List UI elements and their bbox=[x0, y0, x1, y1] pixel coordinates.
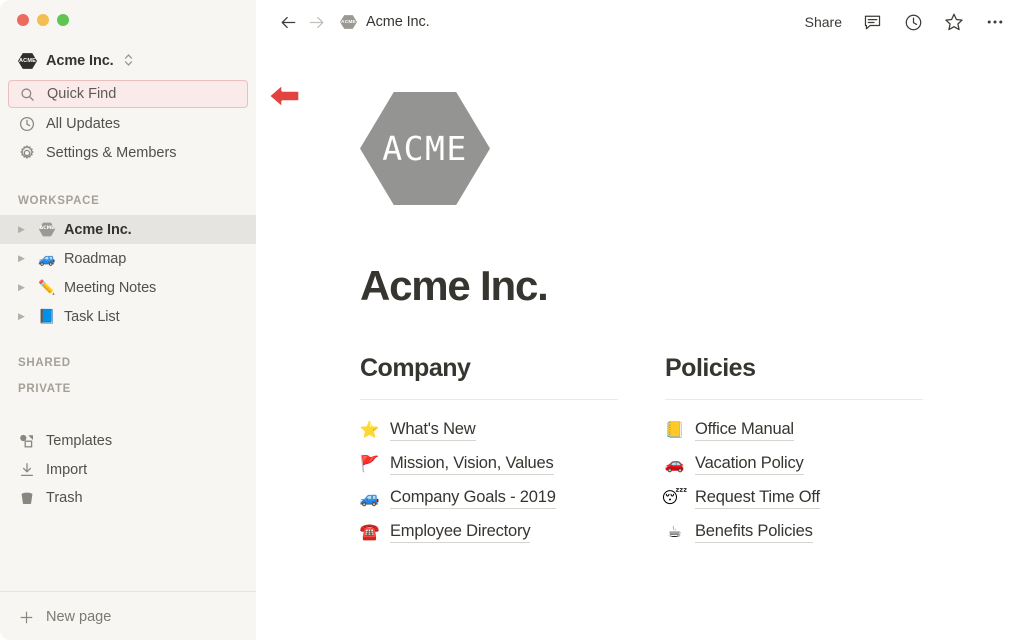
page-link-benefits-policies[interactable]: ☕ Benefits Policies bbox=[665, 515, 923, 549]
import-download-icon bbox=[18, 462, 35, 479]
workspace-name: Acme Inc. bbox=[46, 53, 114, 69]
triangular-flag-emoji-icon: 🚩 bbox=[359, 454, 380, 473]
coffee-emoji-icon: ☕ bbox=[667, 522, 682, 541]
acme-hexagon-icon: ACME bbox=[340, 15, 357, 30]
page-link-label: Request Time Off bbox=[695, 488, 820, 509]
comment-icon[interactable] bbox=[861, 11, 883, 33]
page-label: Meeting Notes bbox=[64, 279, 157, 296]
new-page-button[interactable]: New page bbox=[8, 603, 248, 631]
sidebar-item-all-updates[interactable]: All Updates bbox=[8, 110, 248, 138]
quick-find-label: Quick Find bbox=[47, 86, 117, 102]
sidebar-item-templates[interactable]: Templates bbox=[8, 427, 248, 455]
page-link-request-time-off[interactable]: 😴 Request Time Off bbox=[661, 481, 923, 515]
car-emoji-icon: 🚙 bbox=[38, 250, 56, 267]
page-link-label: Vacation Policy bbox=[695, 454, 804, 475]
clock-icon bbox=[18, 116, 35, 133]
sidebar-item-import[interactable]: Import bbox=[8, 456, 248, 484]
trash-label: Trash bbox=[46, 490, 83, 506]
window-traffic-lights bbox=[17, 14, 69, 26]
page-link-vacation-policy[interactable]: 🚗 Vacation Policy bbox=[665, 447, 923, 481]
sidebar-divider bbox=[0, 591, 256, 592]
sidebar-item-quick-find[interactable]: Quick Find bbox=[8, 80, 248, 108]
sidebar-page-meeting-notes[interactable]: ▶ ✏️ Meeting Notes bbox=[0, 273, 256, 302]
trash-icon bbox=[18, 490, 35, 507]
column-heading: Company bbox=[360, 354, 471, 382]
import-label: Import bbox=[46, 462, 88, 478]
history-clock-icon[interactable] bbox=[902, 11, 924, 33]
templates-label: Templates bbox=[46, 433, 113, 449]
notebook-emoji-icon: 📒 bbox=[664, 420, 685, 439]
page-link-label: Company Goals - 2019 bbox=[390, 488, 556, 509]
page-link-label: What's New bbox=[390, 420, 476, 441]
page-link-company-goals-2019[interactable]: 🚙 Company Goals - 2019 bbox=[360, 481, 618, 515]
forward-button[interactable] bbox=[302, 8, 330, 36]
sidebar-page-acme-inc[interactable]: ▶ ACME Acme Inc. bbox=[0, 215, 256, 244]
heading-divider bbox=[665, 399, 923, 400]
page-link-label: Benefits Policies bbox=[695, 522, 813, 543]
page-link-office-manual[interactable]: 📒 Office Manual bbox=[665, 413, 923, 447]
zoom-window-button[interactable] bbox=[57, 14, 69, 26]
chevron-updown-icon bbox=[124, 53, 133, 69]
blue-book-emoji-icon: 📘 bbox=[38, 308, 56, 325]
sidebar: ACME Acme Inc. Quick Find All Updates Se… bbox=[0, 0, 256, 640]
disclosure-triangle-icon[interactable]: ▶ bbox=[18, 312, 30, 321]
sidebar-item-trash[interactable]: Trash bbox=[8, 484, 248, 512]
sidebar-page-task-list[interactable]: ▶ 📘 Task List bbox=[0, 302, 256, 331]
sidebar-item-settings-members[interactable]: Settings & Members bbox=[8, 139, 248, 167]
page-label: Acme Inc. bbox=[64, 221, 132, 238]
all-updates-label: All Updates bbox=[46, 116, 121, 132]
share-button[interactable]: Share bbox=[805, 14, 842, 30]
section-label-private: PRIVATE bbox=[18, 383, 72, 395]
car-emoji-icon: 🚙 bbox=[359, 488, 380, 507]
app-window: ACME Acme Inc. Quick Find All Updates Se… bbox=[0, 0, 1024, 640]
telephone-emoji-icon: ☎️ bbox=[359, 522, 380, 541]
page-label: Task List bbox=[64, 308, 120, 325]
page-link-label: Office Manual bbox=[695, 420, 794, 441]
star-emoji-icon: ⭐ bbox=[359, 420, 380, 439]
gear-icon bbox=[18, 145, 35, 162]
plus-icon bbox=[18, 609, 35, 626]
column-heading: Policies bbox=[665, 354, 756, 382]
breadcrumb[interactable]: ACME Acme Inc. bbox=[340, 14, 430, 30]
page-link-employee-directory[interactable]: ☎️ Employee Directory bbox=[360, 515, 618, 549]
acme-hexagon-icon: ACME bbox=[38, 222, 56, 237]
page-label: Roadmap bbox=[64, 250, 127, 267]
page-link-mission-vision-values[interactable]: 🚩 Mission, Vision, Values bbox=[360, 447, 618, 481]
column-company: Company ⭐ What's New 🚩 Mission, Vision, … bbox=[360, 354, 618, 549]
breadcrumb-label: Acme Inc. bbox=[366, 14, 430, 30]
templates-icon bbox=[18, 433, 35, 450]
disclosure-triangle-icon[interactable]: ▶ bbox=[18, 254, 30, 263]
back-button[interactable] bbox=[274, 8, 302, 36]
red-car-emoji-icon: 🚗 bbox=[664, 454, 685, 473]
page-icon-acme-logo[interactable]: ACME bbox=[360, 92, 490, 205]
section-label-workspace: WORKSPACE bbox=[18, 195, 100, 207]
page-title[interactable]: Acme Inc. bbox=[360, 262, 549, 310]
disclosure-triangle-icon[interactable]: ▶ bbox=[18, 283, 30, 292]
pencil-emoji-icon: ✏️ bbox=[38, 279, 56, 296]
heading-divider bbox=[360, 399, 618, 400]
minimize-window-button[interactable] bbox=[37, 14, 49, 26]
top-toolbar: ACME Acme Inc. Share bbox=[256, 0, 1024, 44]
close-window-button[interactable] bbox=[17, 14, 29, 26]
page-link-label: Employee Directory bbox=[390, 522, 531, 543]
toolbar-actions: Share bbox=[805, 11, 1006, 33]
sleeping-face-emoji-icon: 😴 bbox=[661, 488, 688, 507]
more-options-icon[interactable] bbox=[984, 11, 1006, 33]
workspace-switcher[interactable]: ACME Acme Inc. bbox=[14, 48, 139, 74]
column-policies: Policies 📒 Office Manual 🚗 Vacation Poli… bbox=[661, 354, 923, 549]
section-label-shared: SHARED bbox=[18, 357, 71, 369]
page-content: ACME Acme Inc. Company ⭐ What's New 🚩 Mi… bbox=[256, 44, 1024, 640]
page-link-label: Mission, Vision, Values bbox=[390, 454, 554, 475]
acme-hexagon-icon: ACME bbox=[18, 53, 37, 70]
search-icon bbox=[19, 86, 36, 103]
page-link-whats-new[interactable]: ⭐ What's New bbox=[360, 413, 618, 447]
sidebar-page-roadmap[interactable]: ▶ 🚙 Roadmap bbox=[0, 244, 256, 273]
settings-members-label: Settings & Members bbox=[46, 145, 177, 161]
disclosure-triangle-icon[interactable]: ▶ bbox=[18, 225, 30, 234]
star-icon[interactable] bbox=[943, 11, 965, 33]
new-page-label: New page bbox=[46, 609, 112, 625]
